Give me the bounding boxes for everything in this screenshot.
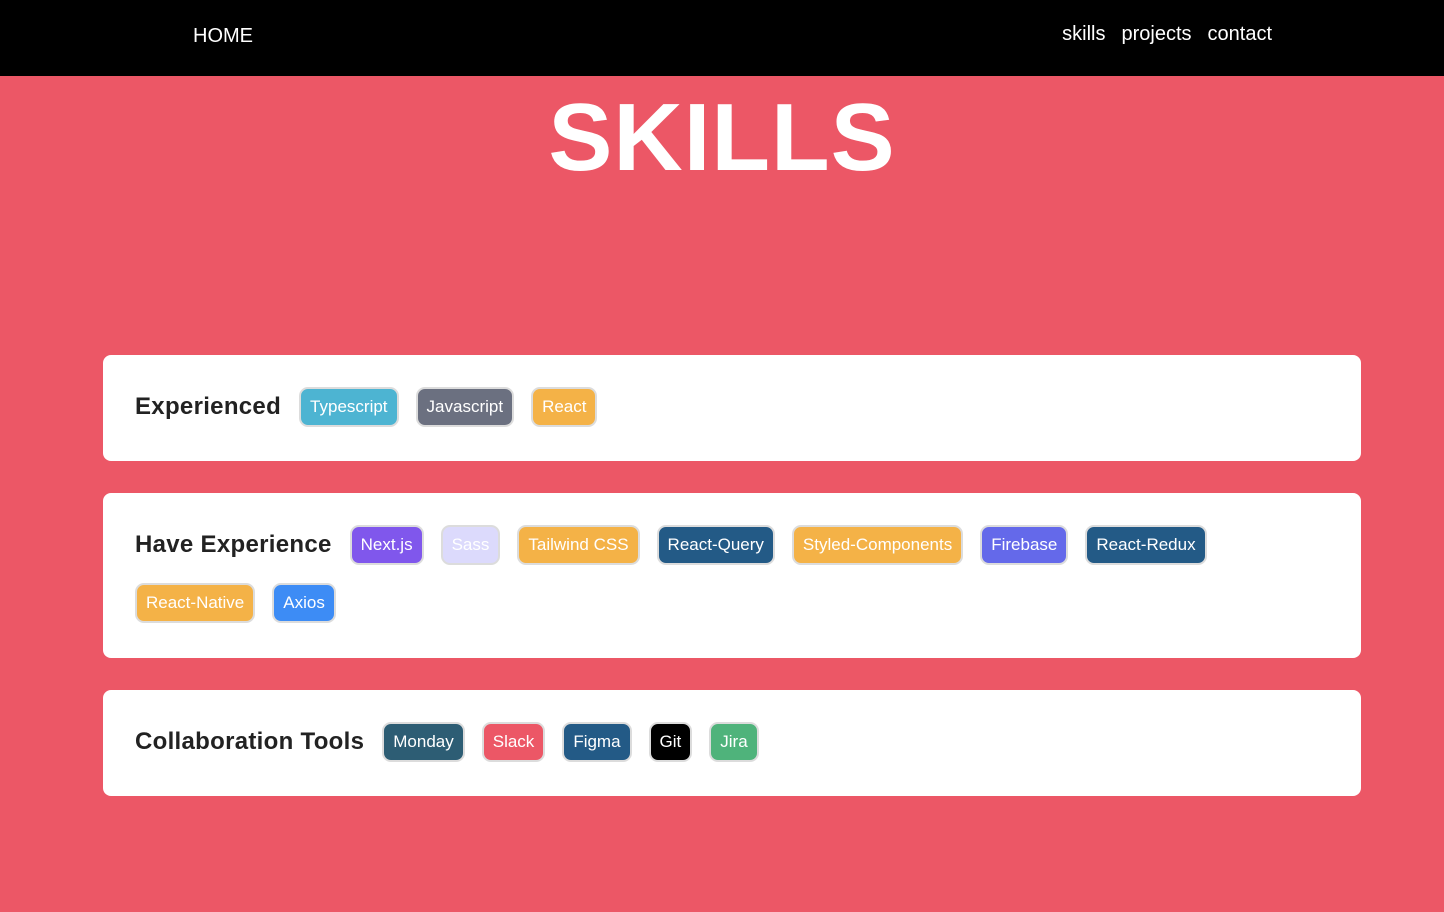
skill-chip-javascript[interactable]: Javascript bbox=[415, 387, 515, 427]
skill-chip-tailwind-css[interactable]: Tailwind CSS bbox=[517, 525, 640, 565]
nav-links: skills projects contact bbox=[1062, 22, 1272, 46]
skill-chip-nextjs[interactable]: Next.js bbox=[349, 525, 424, 565]
skill-chip-jira[interactable]: Jira bbox=[709, 722, 759, 762]
skill-chip-figma[interactable]: Figma bbox=[562, 722, 632, 762]
skill-list: Have Experience Next.js Sass Tailwind CS… bbox=[135, 525, 1329, 623]
skill-chip-styled-components[interactable]: Styled-Components bbox=[791, 525, 964, 565]
section-title: Experienced bbox=[135, 393, 282, 420]
skill-chip-react[interactable]: React bbox=[531, 387, 598, 427]
nav-home-link[interactable]: HOME bbox=[193, 24, 253, 48]
page-title: SKILLS bbox=[548, 84, 896, 191]
skill-chip-firebase[interactable]: Firebase bbox=[980, 525, 1069, 565]
skill-chip-react-redux[interactable]: React-Redux bbox=[1085, 525, 1207, 565]
experienced-card: Experienced Typescript Javascript React bbox=[103, 355, 1361, 461]
navbar: HOME skills projects contact bbox=[0, 0, 1444, 76]
skill-chip-monday[interactable]: Monday bbox=[382, 722, 465, 762]
collaboration-tools-card: Collaboration Tools Monday Slack Figma G… bbox=[103, 690, 1361, 796]
skill-chip-git[interactable]: Git bbox=[648, 722, 693, 762]
skill-chip-typescript[interactable]: Typescript bbox=[299, 387, 399, 427]
have-experience-card: Have Experience Next.js Sass Tailwind CS… bbox=[103, 493, 1361, 658]
skill-list: Experienced Typescript Javascript React bbox=[135, 387, 1329, 427]
skill-chip-react-native[interactable]: React-Native bbox=[135, 583, 256, 623]
nav-link-projects[interactable]: projects bbox=[1121, 22, 1191, 46]
skill-chip-react-query[interactable]: React-Query bbox=[656, 525, 775, 565]
nav-link-skills[interactable]: skills bbox=[1062, 22, 1105, 46]
skill-list: Collaboration Tools Monday Slack Figma G… bbox=[135, 722, 1329, 762]
skill-chip-sass[interactable]: Sass bbox=[440, 525, 501, 565]
section-title: Have Experience bbox=[135, 531, 332, 558]
skill-chip-axios[interactable]: Axios bbox=[272, 583, 336, 623]
section-title: Collaboration Tools bbox=[135, 728, 365, 755]
skill-chip-slack[interactable]: Slack bbox=[481, 722, 546, 762]
nav-link-contact[interactable]: contact bbox=[1208, 22, 1272, 46]
